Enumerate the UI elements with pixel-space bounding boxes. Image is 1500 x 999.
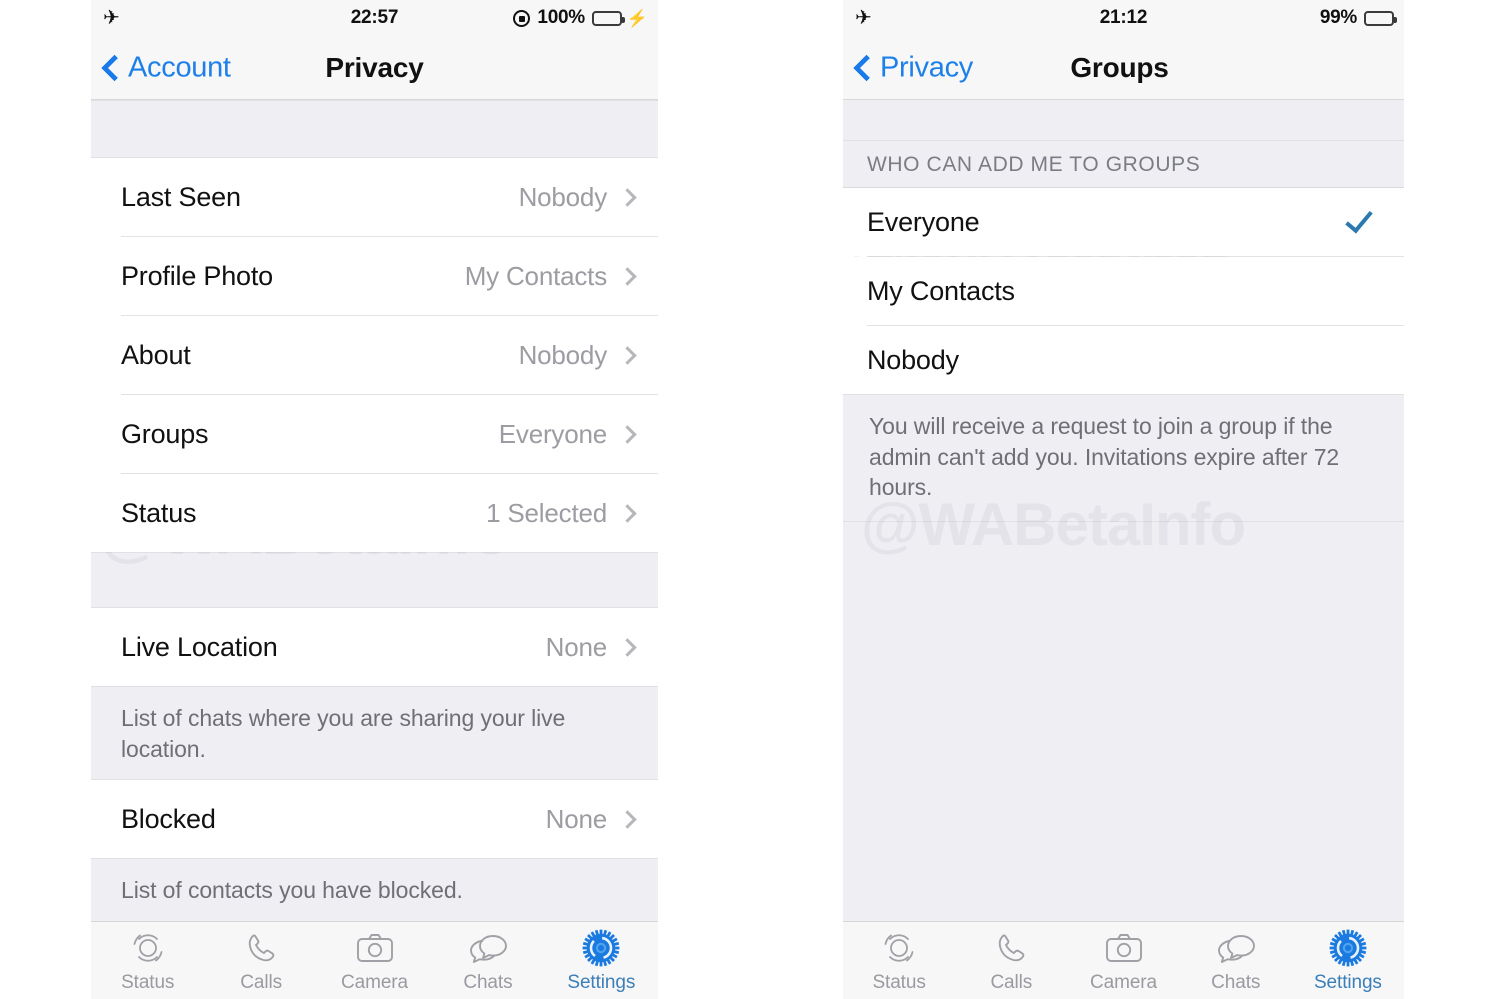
tab-label: Camera	[1090, 972, 1157, 993]
privacy-group-3: Blocked None List of contacts you have b…	[91, 780, 658, 921]
option-nobody[interactable]: Nobody	[843, 326, 1404, 394]
left-content: @WABetaInfo Last Seen Nobody Profile Pho…	[91, 100, 658, 921]
row-value: Nobody	[518, 339, 608, 370]
option-everyone[interactable]: Everyone	[843, 188, 1404, 256]
chevron-right-icon	[618, 809, 637, 829]
tab-label: Status	[872, 972, 926, 993]
option-label: My Contacts	[867, 275, 1015, 306]
option-my-contacts[interactable]: My Contacts	[843, 257, 1404, 325]
tab-calls[interactable]: Calls	[204, 928, 317, 994]
tab-chats[interactable]: Chats	[431, 928, 544, 994]
right-tab-bar: Status Calls Camera Chats Settings	[843, 921, 1404, 999]
right-status-bar-right: 99%	[1319, 7, 1397, 29]
section-header-who-can-add: WHO CAN ADD ME TO GROUPS	[843, 140, 1404, 188]
right-phone-groups-screen: ✈ 21:12 99% Privacy Groups @WABetaInfo @…	[843, 0, 1404, 999]
row-value: 1 Selected	[486, 497, 607, 528]
privacy-group-2: Live Location None List of chats where y…	[91, 608, 658, 780]
tab-label: Settings	[567, 972, 636, 993]
row-label: Groups	[121, 418, 209, 449]
tab-camera[interactable]: Camera	[1067, 928, 1179, 994]
camera-icon	[1105, 928, 1143, 968]
right-status-bar: ✈ 21:12 99%	[843, 0, 1404, 36]
bottom-filler	[843, 521, 1404, 921]
row-groups[interactable]: Groups Everyone	[91, 395, 658, 473]
row-value: Nobody	[518, 181, 608, 212]
tab-status[interactable]: Status	[843, 928, 955, 994]
tab-label: Calls	[990, 972, 1033, 993]
tab-chats[interactable]: Chats	[1180, 928, 1292, 994]
privacy-group-1: Last Seen Nobody Profile Photo My Contac…	[91, 158, 658, 552]
top-spacer-band	[91, 100, 658, 158]
rotation-lock-icon	[513, 9, 531, 27]
chat-bubbles-icon	[467, 928, 509, 968]
lightning-bolt-icon: ⚡	[626, 8, 648, 28]
row-blocked[interactable]: Blocked None	[91, 780, 658, 858]
phone-icon	[994, 928, 1028, 968]
battery-full-dark-icon	[1364, 10, 1397, 26]
row-about[interactable]: About Nobody	[91, 316, 658, 394]
chevron-right-icon	[618, 424, 637, 444]
tab-settings[interactable]: Settings	[545, 928, 658, 994]
groups-footer-note: You will receive a request to join a gro…	[843, 394, 1404, 522]
row-label: Live Location	[121, 631, 278, 662]
left-battery-percent: 100%	[537, 7, 585, 28]
page-title: Privacy	[325, 51, 424, 83]
chevron-right-icon	[618, 187, 637, 207]
row-label: Status	[121, 497, 197, 528]
tab-label: Chats	[463, 972, 513, 993]
right-battery-percent: 99%	[1319, 7, 1357, 28]
option-label: Nobody	[867, 344, 959, 375]
tab-label: Status	[121, 972, 175, 993]
blocked-note: List of contacts you have blocked.	[91, 858, 658, 921]
group-privacy-options: Everyone My Contacts Nobody	[843, 188, 1404, 394]
row-label: Last Seen	[121, 181, 241, 212]
status-rings-icon	[881, 928, 917, 968]
tab-calls[interactable]: Calls	[955, 928, 1067, 994]
row-label: Profile Photo	[121, 260, 273, 291]
status-rings-icon	[130, 928, 166, 968]
row-label: Blocked	[121, 803, 216, 834]
left-tab-bar: Status Calls Camera Chats Settings	[91, 921, 658, 999]
row-last-seen[interactable]: Last Seen Nobody	[91, 158, 658, 236]
left-status-bar-right: 100% ⚡	[513, 7, 648, 29]
live-location-note: List of chats where you are sharing your…	[91, 686, 658, 780]
chevron-right-icon	[618, 345, 637, 365]
row-live-location[interactable]: Live Location None	[91, 608, 658, 686]
row-value: My Contacts	[464, 260, 607, 291]
chevron-right-icon	[618, 503, 637, 523]
tab-camera[interactable]: Camera	[318, 928, 431, 994]
row-value: Everyone	[498, 418, 607, 449]
section-top-pad	[843, 100, 1404, 140]
left-nav-bar: Account Privacy	[91, 36, 658, 100]
row-label: About	[121, 339, 191, 370]
page-title: Groups	[1070, 51, 1169, 83]
mid-spacer-band	[91, 552, 658, 608]
tab-settings[interactable]: Settings	[1292, 928, 1404, 994]
row-status[interactable]: Status 1 Selected	[91, 474, 658, 552]
right-nav-bar: Privacy Groups	[843, 36, 1404, 100]
chevron-right-icon	[618, 637, 637, 657]
row-value: None	[545, 631, 608, 662]
tab-label: Settings	[1313, 972, 1382, 993]
option-label: Everyone	[867, 206, 980, 237]
row-profile-photo[interactable]: Profile Photo My Contacts	[91, 237, 658, 315]
left-phone-privacy-screen: ✈ 22:57 100% ⚡ Account Privacy @WABetaIn…	[91, 0, 658, 999]
checkmark-icon	[1345, 204, 1373, 234]
chevron-right-icon	[618, 266, 637, 286]
camera-icon	[356, 928, 394, 968]
tab-status[interactable]: Status	[91, 928, 204, 994]
phone-icon	[244, 928, 278, 968]
screenshot-stage: ✈ 22:57 100% ⚡ Account Privacy @WABetaIn…	[0, 0, 1500, 999]
gear-icon	[581, 928, 621, 968]
battery-full-green-icon	[591, 10, 625, 26]
left-status-bar: ✈ 22:57 100% ⚡	[91, 0, 658, 36]
chat-bubbles-icon	[1215, 928, 1257, 968]
gear-icon	[1328, 928, 1368, 968]
right-content: @WABetaInfo @WABetaInfo WHO CAN ADD ME T…	[843, 100, 1404, 921]
row-value: None	[545, 803, 608, 834]
tab-label: Camera	[341, 972, 408, 993]
tab-label: Chats	[1211, 972, 1261, 993]
tab-label: Calls	[240, 972, 282, 993]
